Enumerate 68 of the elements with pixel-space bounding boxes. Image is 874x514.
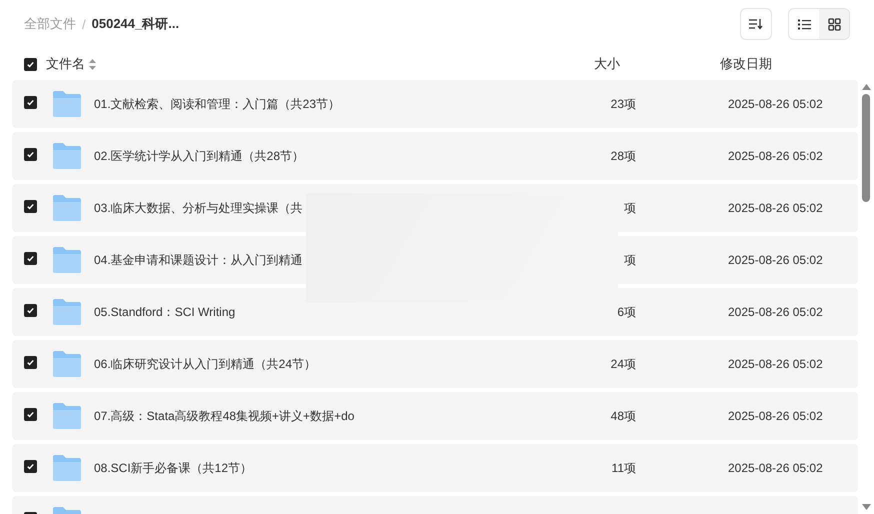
- folder-name: 05.Standford：SCI Writing: [94, 304, 236, 320]
- column-header: 修改日期: [720, 55, 773, 73]
- modified-date: 2025-08-26 05:02: [728, 461, 824, 475]
- folder-icon: [52, 350, 82, 378]
- checkbox[interactable]: [24, 58, 37, 70]
- folder-name: 06.临床研究设计从入门到精通（共24节）: [94, 356, 318, 372]
- folder-icon: [52, 454, 82, 482]
- checkbox[interactable]: [24, 408, 37, 421]
- checkbox[interactable]: [24, 356, 37, 369]
- modified-date: 2025-08-26 05:02: [728, 253, 824, 267]
- checkbox[interactable]: [24, 200, 37, 213]
- checkbox[interactable]: [24, 252, 37, 265]
- folder-icon: [52, 142, 82, 170]
- check-icon: [26, 358, 35, 367]
- folder-icon: [52, 90, 82, 118]
- folder-row[interactable]: 07.高级：Stata高级教程48集视频+讲义+数据+do 48项 2025-08-26 05:02: [12, 392, 858, 440]
- folder-row[interactable]: 08.SCI新手必备课（共12节） 11项 2025-08-26 05:02: [12, 444, 858, 492]
- folder-name: 01.文献检索、阅读和管理：入门篇（共23节）: [94, 96, 342, 112]
- folder-icon: [52, 298, 82, 326]
- folder-icon: [52, 246, 82, 274]
- item-count: 23项: [610, 96, 636, 110]
- folder-row[interactable]: 02.医学统计学从入门到精通（共28节） 28项 2025-08-26 05:02: [12, 132, 858, 180]
- scroll-up-icon[interactable]: [862, 84, 870, 90]
- modified-date: 2025-08-26 05:02: [728, 357, 824, 371]
- check-icon: [26, 60, 35, 68]
- modified-date: 2025-08-26 05:02: [728, 409, 824, 423]
- item-count: 项: [624, 200, 636, 214]
- checkbox[interactable]: [24, 148, 37, 161]
- grid-icon: [828, 18, 840, 30]
- checkbox[interactable]: [24, 460, 37, 473]
- check-icon: [26, 150, 35, 159]
- sort-arrows-icon: [89, 58, 96, 70]
- modified-date: 2025-08-26 05:02: [728, 149, 824, 163]
- check-icon: [26, 410, 35, 419]
- list-icon: [798, 18, 810, 30]
- folder-row[interactable]: 01.文献检索、阅读和管理：入门篇（共23节） 23项 2025-08-26 05:02: [12, 80, 858, 128]
- item-count: 6项: [617, 304, 636, 318]
- item-count: 48项: [610, 408, 636, 422]
- checkbox[interactable]: [24, 304, 37, 317]
- item-count: 24项: [610, 356, 636, 370]
- check-icon: [26, 98, 35, 107]
- view-mode-button[interactable]: [819, 9, 849, 39]
- folder-name: 07.高级：Stata高级教程48集视频+讲义+数据+do: [94, 408, 356, 424]
- breadcrumb-separator: /: [82, 16, 86, 32]
- folder-row[interactable]: 06.临床研究设计从入门到精通（共24节） 24项 2025-08-26 05:02: [12, 340, 858, 388]
- sort-button[interactable]: [740, 8, 772, 40]
- folder-name: 02.医学统计学从入门到精通（共28节）: [94, 148, 306, 164]
- item-count: 28项: [610, 148, 636, 162]
- folder-name: 03.临床大数据、分析与处理实操课（共: [94, 200, 304, 216]
- checkbox[interactable]: [24, 96, 37, 109]
- sort-icon: [749, 18, 763, 30]
- folder-icon: [52, 402, 82, 430]
- column-header: 大小: [594, 55, 621, 73]
- scroll-down-icon[interactable]: [862, 504, 870, 510]
- folder-name: 08.SCI新手必备课（共12节）: [94, 460, 254, 476]
- check-icon: [26, 202, 35, 211]
- item-count: 11项: [612, 460, 636, 474]
- check-icon: [26, 254, 35, 263]
- check-icon: [26, 306, 35, 315]
- modified-date: 2025-08-26 05:02: [728, 201, 824, 215]
- modified-date: 2025-08-26 05:02: [728, 97, 824, 111]
- item-count: 项: [624, 252, 636, 266]
- modified-date: 2025-08-26 05:02: [728, 305, 824, 319]
- column-header[interactable]: 文件名: [46, 55, 85, 73]
- folder-name: 04.基金申请和课题设计：从入门到精通: [94, 252, 304, 268]
- check-icon: [26, 462, 35, 471]
- folder-icon: [52, 194, 82, 222]
- scrollbar-thumb[interactable]: [862, 94, 870, 202]
